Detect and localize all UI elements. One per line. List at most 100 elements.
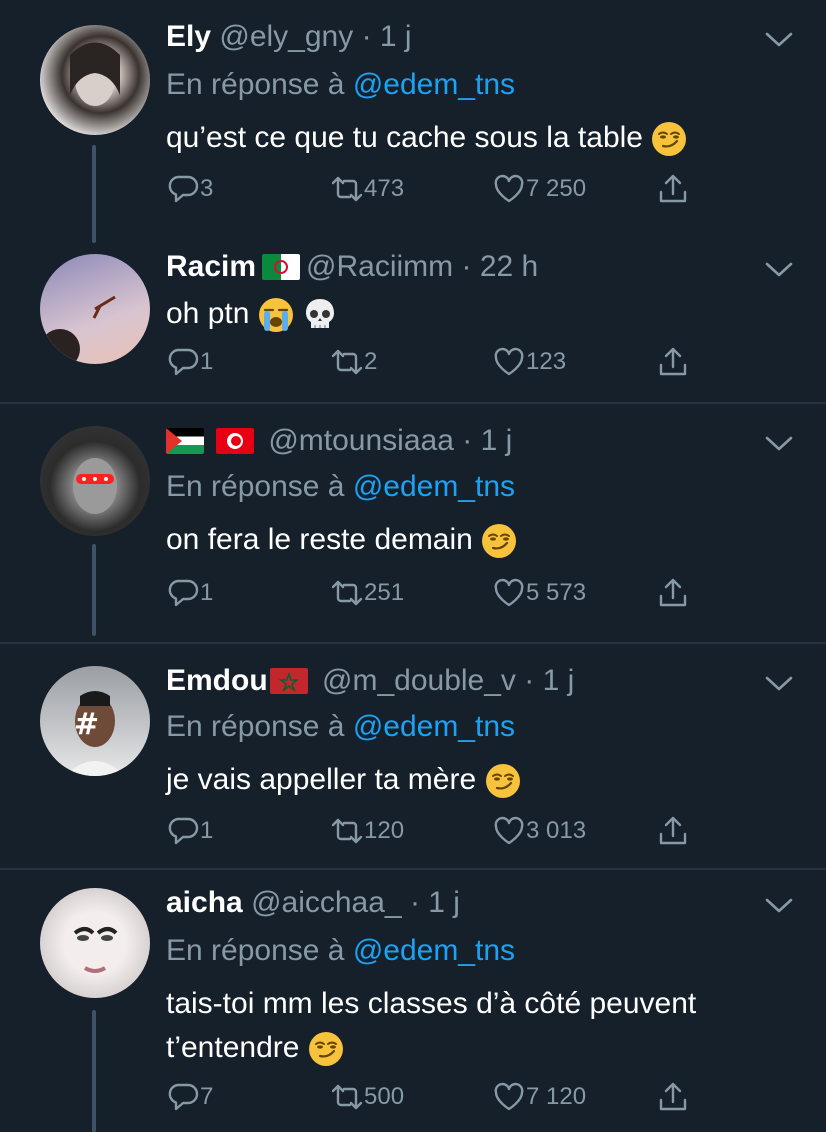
- reply-prefix: En réponse à: [166, 68, 345, 101]
- tweet-text-line: tais-toi mm les classes d’à côté peuvent: [166, 987, 697, 1020]
- timestamp[interactable]: · 22 h: [462, 250, 539, 284]
- like-count: 123: [526, 348, 567, 375]
- smirk-emoji: [651, 121, 687, 157]
- share-button[interactable]: [656, 1080, 690, 1114]
- share-icon: [656, 1080, 690, 1114]
- reply-mention-link[interactable]: @edem_tns: [353, 710, 515, 743]
- handle[interactable]: @Raciimm: [306, 250, 453, 284]
- action-bar: 7 500 7 120: [166, 1080, 706, 1120]
- tweet-text: qu’est ce que tu cache sous la table: [166, 116, 687, 160]
- tweet-header: @mtounsiaaa · 1 j: [166, 424, 512, 458]
- share-button[interactable]: [656, 345, 690, 379]
- like-button[interactable]: 123: [492, 345, 566, 379]
- retweet-icon: [330, 814, 364, 848]
- share-button[interactable]: [656, 576, 690, 610]
- avatar[interactable]: [40, 254, 150, 364]
- display-name[interactable]: Racim: [166, 250, 256, 284]
- like-icon: [492, 345, 526, 379]
- timestamp[interactable]: · 1 j: [524, 664, 574, 698]
- reply-button[interactable]: 7: [166, 1080, 213, 1114]
- tweet-text-line-2: t’entendre: [166, 1026, 786, 1070]
- crying-emoji: [258, 297, 294, 333]
- reply-count: 3: [200, 175, 214, 202]
- reply-context: En réponse à @edem_tns: [166, 470, 515, 504]
- timestamp[interactable]: · 1 j: [410, 886, 460, 920]
- like-button[interactable]: 7 120: [492, 1080, 586, 1114]
- chevron-down-icon[interactable]: [764, 896, 794, 916]
- tweet-text-content: je vais appeller ta mère: [166, 763, 477, 796]
- smirk-emoji: [485, 763, 521, 799]
- handle[interactable]: @mtounsiaaa: [268, 424, 454, 458]
- tweet-header: Ely @ely_gny · 1 j: [166, 20, 412, 54]
- smirk-emoji: [481, 523, 517, 559]
- chevron-down-icon[interactable]: [764, 30, 794, 50]
- timestamp[interactable]: · 1 j: [462, 424, 512, 458]
- share-button[interactable]: [656, 172, 690, 206]
- tweet-text-content: on fera le reste demain: [166, 523, 473, 556]
- tweet-emdou[interactable]: # Emdou @m_double_v · 1 j En réponse à @…: [0, 644, 826, 868]
- like-count: 7 250: [526, 175, 587, 202]
- reply-count: 1: [200, 348, 214, 375]
- reply-mention-link[interactable]: @edem_tns: [353, 68, 515, 101]
- reply-context: En réponse à @edem_tns: [166, 710, 515, 744]
- reply-button[interactable]: 3: [166, 172, 213, 206]
- handle[interactable]: @ely_gny: [219, 20, 353, 54]
- like-button[interactable]: 3 013: [492, 814, 586, 848]
- display-name[interactable]: aicha: [166, 886, 243, 920]
- reply-button[interactable]: 1: [166, 345, 213, 379]
- reply-count: 1: [200, 579, 214, 606]
- thread-line: [92, 145, 96, 243]
- like-button[interactable]: 5 573: [492, 576, 586, 610]
- avatar[interactable]: #: [40, 666, 150, 776]
- like-icon: [492, 814, 526, 848]
- retweet-button[interactable]: 251: [330, 576, 404, 610]
- tweet-text: oh ptn: [166, 292, 338, 336]
- tweet-ely[interactable]: Ely @ely_gny · 1 j En réponse à @edem_tn…: [0, 0, 826, 243]
- timestamp[interactable]: · 1 j: [362, 20, 412, 54]
- share-button[interactable]: [656, 814, 690, 848]
- thread-line: [92, 1010, 96, 1132]
- handle[interactable]: @aicchaa_: [251, 886, 402, 920]
- share-icon: [656, 172, 690, 206]
- reply-count: 1: [200, 817, 214, 844]
- reply-prefix: En réponse à: [166, 470, 345, 503]
- chevron-down-icon[interactable]: [764, 260, 794, 280]
- avatar[interactable]: [40, 426, 150, 536]
- display-name[interactable]: Emdou: [166, 664, 268, 698]
- reply-mention-link[interactable]: @edem_tns: [353, 934, 515, 967]
- reply-context: En réponse à @edem_tns: [166, 68, 515, 102]
- tweet-racim[interactable]: Racim @Raciimm · 22 h oh ptn 1 2 123: [0, 240, 826, 402]
- reply-button[interactable]: 1: [166, 814, 213, 848]
- tweet-aicha[interactable]: aicha @aicchaa_ · 1 j En réponse à @edem…: [0, 870, 826, 1132]
- retweet-icon: [330, 1080, 364, 1114]
- thread-line: [92, 544, 96, 636]
- handle[interactable]: @m_double_v: [322, 664, 516, 698]
- reply-prefix: En réponse à: [166, 710, 345, 743]
- retweet-button[interactable]: 473: [330, 172, 404, 206]
- skull-emoji: [302, 297, 338, 333]
- reply-icon: [166, 345, 200, 379]
- reply-count: 7: [200, 1083, 214, 1110]
- tweet-text-content: oh ptn: [166, 297, 250, 330]
- retweet-button[interactable]: 120: [330, 814, 404, 848]
- reply-mention-link[interactable]: @edem_tns: [353, 470, 515, 503]
- retweet-button[interactable]: 2: [330, 345, 377, 379]
- display-name[interactable]: Ely: [166, 20, 211, 54]
- retweet-button[interactable]: 500: [330, 1080, 404, 1114]
- avatar[interactable]: [40, 25, 150, 135]
- action-bar: 1 251 5 573: [166, 576, 706, 616]
- share-icon: [656, 814, 690, 848]
- chevron-down-icon[interactable]: [764, 434, 794, 454]
- reply-button[interactable]: 1: [166, 576, 213, 610]
- avatar[interactable]: [40, 888, 150, 998]
- reply-context: En réponse à @edem_tns: [166, 934, 515, 968]
- like-count: 7 120: [526, 1083, 587, 1110]
- retweet-count: 251: [364, 579, 405, 606]
- chevron-down-icon[interactable]: [764, 674, 794, 694]
- action-bar: 1 120 3 013: [166, 814, 706, 854]
- like-icon: [492, 172, 526, 206]
- svg-text:#: #: [74, 707, 99, 742]
- tweet-mtounsiaaa[interactable]: @mtounsiaaa · 1 j En réponse à @edem_tns…: [0, 404, 826, 642]
- share-icon: [656, 576, 690, 610]
- like-button[interactable]: 7 250: [492, 172, 586, 206]
